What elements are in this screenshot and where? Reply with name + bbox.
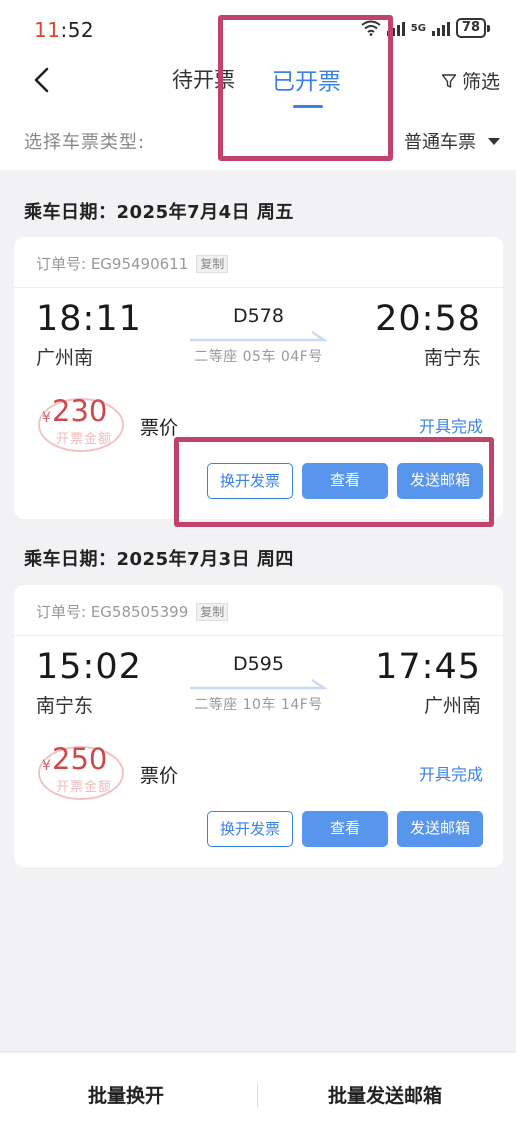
invoice-amount-stamp: ¥ 230 开票金额 bbox=[34, 392, 126, 454]
filter-label: 筛选 bbox=[461, 71, 500, 93]
ride-date-heading: 乘车日期：2025年7月3日 周四 bbox=[24, 549, 294, 570]
currency-symbol: ¥ bbox=[42, 410, 51, 426]
filter-icon bbox=[441, 73, 457, 88]
direction-arrow-icon bbox=[190, 679, 328, 690]
order-number-text: 订单号: EG58505399 bbox=[36, 603, 189, 621]
price-label: 票价 bbox=[140, 765, 179, 787]
ticket-type-select[interactable]: 普通车票 bbox=[404, 128, 500, 154]
copy-button[interactable]: 复制 bbox=[196, 602, 229, 621]
arrival-time: 17:45 bbox=[375, 647, 481, 687]
back-arrow-icon[interactable] bbox=[30, 66, 54, 94]
send-email-button[interactable]: 发送邮箱 bbox=[397, 811, 483, 847]
battery-level: 78 bbox=[455, 18, 486, 38]
stamp-text: 开票金额 bbox=[56, 432, 113, 447]
currency-symbol: ¥ bbox=[42, 758, 51, 774]
tab-issued-invoice[interactable]: 已开票 bbox=[272, 62, 341, 96]
bottom-action-bar: 批量换开 批量发送邮箱 bbox=[0, 1053, 516, 1138]
divider bbox=[14, 287, 503, 288]
ticket-type-row: 选择车票类型: 普通车票 bbox=[0, 122, 516, 158]
ticket-type-label: 选择车票类型: bbox=[24, 132, 146, 153]
filter-button[interactable]: 筛选 bbox=[441, 67, 500, 94]
reissue-invoice-button[interactable]: 换开发票 bbox=[207, 463, 293, 499]
top-header-area: 11:52 5G 78 待开票 已开票 筛选 选择车票类型: 普通车票 bbox=[0, 0, 516, 170]
copy-button[interactable]: 复制 bbox=[196, 254, 229, 273]
invoice-amount: 250 bbox=[52, 742, 108, 776]
tab-pending-invoice[interactable]: 待开票 bbox=[172, 64, 235, 94]
invoice-amount-stamp: ¥ 250 开票金额 bbox=[34, 740, 126, 802]
stamp-text: 开票金额 bbox=[56, 780, 113, 795]
status-icons: 5G 78 bbox=[361, 18, 490, 38]
direction-arrow-icon bbox=[190, 331, 328, 342]
invoice-amount: 230 bbox=[52, 394, 108, 428]
price-label: 票价 bbox=[140, 417, 179, 439]
arrival-station: 广州南 bbox=[423, 695, 481, 717]
arrival-time: 20:58 bbox=[375, 299, 481, 339]
status-time: 11:52 bbox=[34, 18, 95, 42]
wifi-icon bbox=[361, 20, 381, 36]
invoice-status: 开具完成 bbox=[418, 417, 483, 436]
ticket-type-value: 普通车票 bbox=[404, 132, 476, 153]
order-number: 订单号: EG95490611 复制 bbox=[36, 253, 229, 274]
battery-icon: 78 bbox=[455, 18, 490, 38]
status-bar: 11:52 5G 78 bbox=[0, 0, 516, 56]
reissue-invoice-button[interactable]: 换开发票 bbox=[207, 811, 293, 847]
invoice-status: 开具完成 bbox=[418, 765, 483, 784]
view-button[interactable]: 查看 bbox=[302, 811, 388, 847]
ride-date-heading: 乘车日期：2025年7月4日 周五 bbox=[24, 202, 294, 223]
batch-send-email-button[interactable]: 批量发送邮箱 bbox=[328, 1081, 442, 1108]
signal-icon bbox=[386, 20, 405, 36]
send-email-button[interactable]: 发送邮箱 bbox=[397, 463, 483, 499]
active-tab-indicator bbox=[293, 105, 323, 108]
view-button[interactable]: 查看 bbox=[302, 463, 388, 499]
divider bbox=[257, 1083, 258, 1107]
order-number-text: 订单号: EG95490611 bbox=[36, 255, 189, 273]
batch-reissue-button[interactable]: 批量换开 bbox=[88, 1081, 164, 1108]
arrival-station: 南宁东 bbox=[423, 347, 481, 369]
divider bbox=[14, 635, 503, 636]
signal-icon-2 bbox=[431, 20, 450, 36]
network-type-label: 5G bbox=[410, 22, 426, 34]
ticket-card: 订单号: EG58505399 复制 15:02 南宁东 D595 二等座 10… bbox=[14, 585, 503, 867]
ticket-card: 订单号: EG95490611 复制 18:11 广州南 D578 二等座 05… bbox=[14, 237, 503, 519]
order-number: 订单号: EG58505399 复制 bbox=[36, 601, 229, 622]
caret-down-icon bbox=[488, 137, 500, 145]
